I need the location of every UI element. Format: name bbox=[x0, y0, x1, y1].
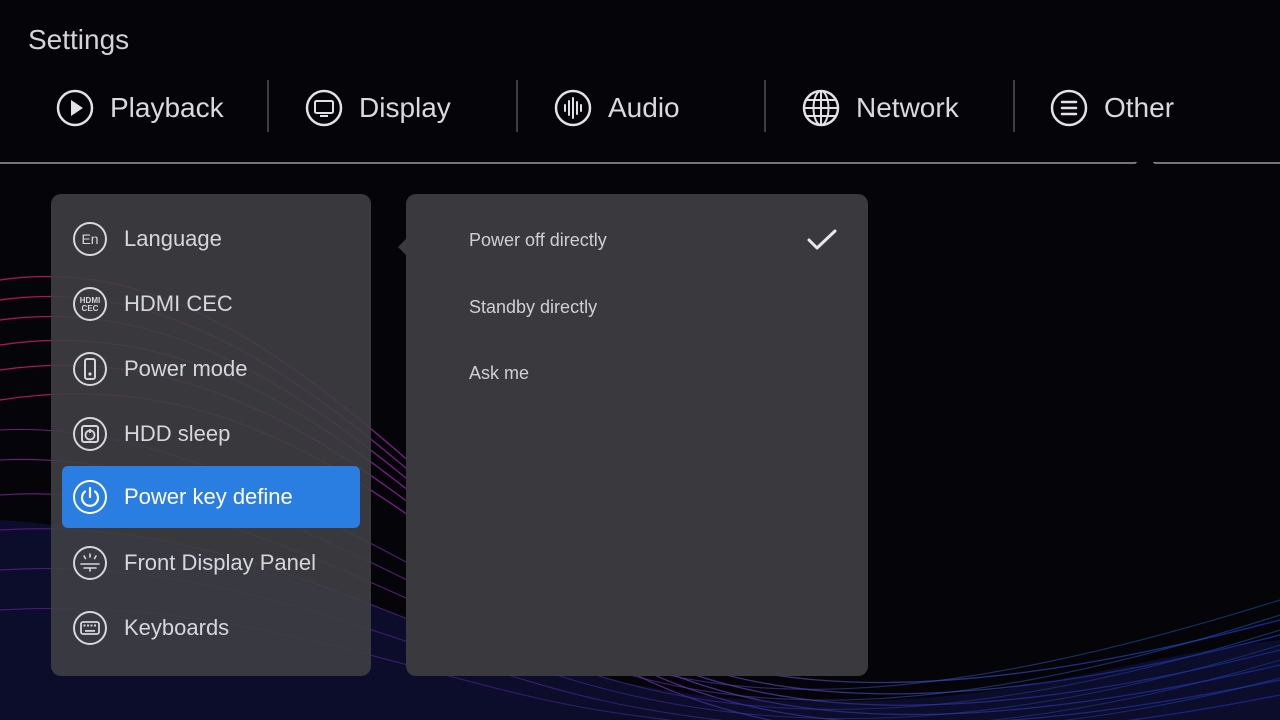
globe-icon bbox=[801, 88, 841, 128]
hdmi-cec-icon: HDMI CEC bbox=[72, 286, 108, 322]
other-settings-menu: En Language HDMI CEC HDMI CEC Power mode bbox=[51, 194, 371, 676]
tab-label: Playback bbox=[110, 92, 224, 123]
tab-label: Audio bbox=[608, 92, 680, 123]
option-label: Power off directly bbox=[469, 229, 607, 250]
menu-item-label: HDMI CEC bbox=[124, 291, 233, 316]
tab-network[interactable]: Network bbox=[801, 74, 959, 142]
check-icon bbox=[807, 229, 837, 250]
audio-waveform-icon bbox=[553, 88, 593, 128]
play-circle-icon bbox=[55, 88, 95, 128]
menu-item-label: Language bbox=[124, 226, 222, 251]
cec-icon-text: CEC bbox=[82, 304, 99, 313]
option-standby-directly[interactable]: Standby directly bbox=[406, 279, 868, 335]
keyboard-icon bbox=[72, 610, 108, 646]
language-icon: En bbox=[72, 221, 108, 257]
tab-divider bbox=[267, 80, 269, 132]
tab-divider bbox=[1013, 80, 1015, 132]
option-label: Ask me bbox=[469, 362, 530, 383]
hdd-icon bbox=[72, 416, 108, 452]
phone-icon bbox=[72, 351, 108, 387]
menu-item-hdd-sleep[interactable]: HDD sleep bbox=[62, 403, 360, 465]
menu-item-label: Power mode bbox=[124, 356, 248, 381]
menu-item-power-key-define[interactable]: Power key define bbox=[62, 466, 360, 528]
menu-item-power-mode[interactable]: Power mode bbox=[62, 338, 360, 400]
tab-display[interactable]: Display bbox=[304, 74, 451, 142]
menu-item-label: Power key define bbox=[124, 484, 293, 509]
tab-divider bbox=[764, 80, 766, 132]
power-icon bbox=[72, 479, 108, 515]
menu-item-front-display-panel[interactable]: Front Display Panel bbox=[62, 532, 360, 594]
monitor-icon bbox=[304, 88, 344, 128]
menu-item-label: Keyboards bbox=[124, 615, 230, 640]
menu-item-label: Front Display Panel bbox=[124, 550, 316, 575]
tab-label: Network bbox=[856, 92, 959, 123]
top-tab-bar: Playback Display Audio Network Other bbox=[0, 74, 1280, 142]
tab-label: Display bbox=[359, 92, 451, 123]
tab-other[interactable]: Other bbox=[1049, 74, 1174, 142]
menu-item-language[interactable]: En Language bbox=[62, 208, 360, 270]
tab-divider bbox=[516, 80, 518, 132]
active-tab-indicator bbox=[0, 162, 1280, 164]
menu-item-hdmi-cec[interactable]: HDMI CEC HDMI CEC bbox=[62, 273, 360, 335]
list-icon bbox=[1049, 88, 1089, 128]
option-ask-me[interactable]: Ask me bbox=[406, 345, 868, 401]
settings-title: Settings bbox=[28, 24, 130, 55]
language-icon-text: En bbox=[81, 231, 98, 247]
option-power-off-directly[interactable]: Power off directly bbox=[406, 212, 868, 268]
power-key-options-panel: Power off directly Standby directly Ask … bbox=[406, 194, 868, 676]
tab-label: Other bbox=[1104, 92, 1175, 123]
tab-audio[interactable]: Audio bbox=[553, 74, 680, 142]
front-panel-icon bbox=[72, 545, 108, 581]
option-label: Standby directly bbox=[469, 296, 598, 317]
menu-item-keyboards[interactable]: Keyboards bbox=[62, 597, 360, 659]
menu-item-label: HDD sleep bbox=[124, 421, 231, 446]
tab-playback[interactable]: Playback bbox=[55, 74, 224, 142]
